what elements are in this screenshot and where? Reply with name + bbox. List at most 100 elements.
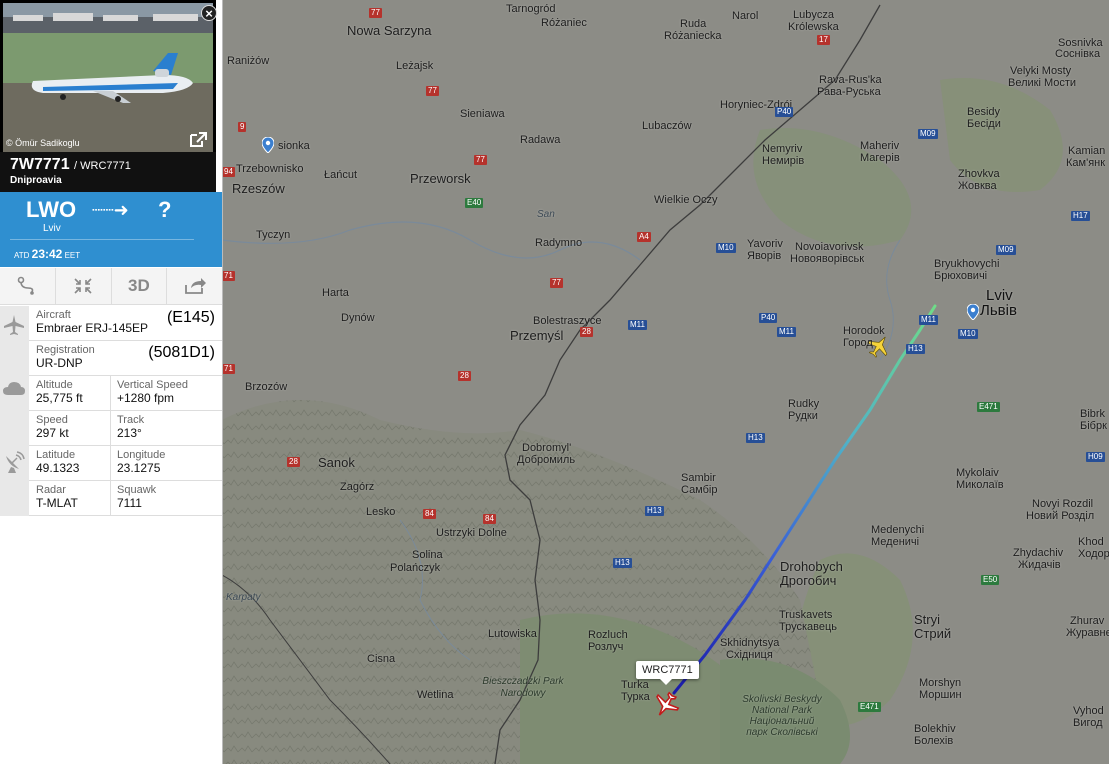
place-label: Truskavets: [779, 609, 833, 621]
road-shield: M11: [628, 320, 647, 330]
place-label: Дрогобич: [780, 573, 837, 588]
fit-view-button[interactable]: [56, 268, 112, 304]
details-icon-strip: [0, 306, 29, 516]
place-label: Leżajsk: [396, 60, 434, 72]
place-label: Karpaty: [226, 592, 261, 603]
place-label: Великі Мости: [1008, 77, 1077, 89]
speed-row: Speed 297 kt Track 213°: [29, 411, 222, 446]
place-label: Zhovkva: [958, 168, 1000, 180]
place-label: Sambir: [681, 472, 716, 484]
longitude-value: 23.1275: [117, 461, 161, 475]
aircraft-photo[interactable]: © Ömür Sadikoglu: [0, 0, 216, 152]
road-shield: A4: [637, 232, 651, 242]
place-label: Zagórz: [340, 481, 375, 493]
park-label: Skolivski Beskydy National Park Націонал…: [742, 694, 822, 738]
track-label: Track: [117, 414, 145, 426]
place-label: Zhurav: [1070, 615, 1105, 627]
aircraft-value: Embraer ERJ-145EP: [36, 321, 149, 335]
place-label: Vyhod: [1073, 705, 1104, 717]
registration-cell: Registration UR-DNP: [36, 344, 95, 370]
road-shield: 17: [817, 35, 830, 45]
place-label: Lubycza: [793, 9, 834, 21]
place-label: Turka: [621, 679, 649, 691]
share-button[interactable]: [167, 268, 222, 304]
place-label: Lesko: [366, 506, 396, 518]
place-label: Cisna: [367, 653, 396, 665]
place-label: Różaniecka: [664, 30, 722, 42]
place-label: Bolekhiv: [914, 723, 956, 735]
latitude-label: Latitude: [36, 449, 76, 461]
road-shield: P40: [759, 313, 778, 323]
place-label: Миколаїв: [956, 479, 1004, 491]
place-label: Ходор: [1078, 548, 1109, 560]
column-divider: [110, 376, 111, 410]
track-cell: Track 213°: [117, 414, 144, 440]
place-label: Polańczyk: [390, 562, 441, 574]
place-label: Harta: [322, 287, 349, 299]
vspeed-label: Vertical Speed: [117, 379, 188, 391]
place-label: sionka: [278, 140, 310, 152]
place-label: Город: [843, 337, 873, 349]
place-label: Східниця: [726, 649, 773, 661]
road-shield: 9: [238, 122, 247, 132]
speed-label: Speed: [36, 414, 68, 426]
place-label: Zhydachiv: [1013, 547, 1064, 559]
fit-icon: [74, 278, 92, 294]
place-label: Магерів: [860, 152, 900, 164]
road-shield: 77: [426, 86, 439, 96]
road-shield: E471: [858, 702, 881, 712]
place-label: Добромиль: [517, 454, 576, 466]
road-shield: M10: [716, 243, 736, 253]
aircraft-photo-image: [3, 3, 213, 152]
place-label: Drohobych: [780, 559, 843, 574]
place-label: Velyki Mosty: [1010, 65, 1072, 77]
road-shield: M09: [996, 245, 1016, 255]
place-label: Жидачів: [1018, 559, 1061, 571]
map-pin-icon[interactable]: [262, 137, 274, 153]
route-bar: LWO Lviv ┈┈➜ ? ATD 23:42 EET: [0, 192, 222, 267]
position-row: Latitude 49.1323 Longitude 23.1275: [29, 446, 222, 481]
place-label: Radawa: [520, 134, 561, 146]
place-label: Lviv: [986, 287, 1013, 304]
photo-credit[interactable]: © Ömür Sadikoglu: [6, 138, 80, 148]
place-label: Львів: [980, 302, 1017, 319]
close-icon[interactable]: ×: [201, 5, 217, 21]
flight-callsign: / WRC7771: [74, 160, 131, 172]
road-shield: M11: [777, 327, 796, 337]
road-shield: E50: [981, 575, 1000, 585]
place-label: Bolestraszyce: [533, 315, 602, 327]
place-label: Medenychi: [871, 524, 925, 536]
airplane-icon: [4, 315, 24, 335]
aircraft-cell: Aircraft Embraer ERJ-145EP: [36, 309, 148, 335]
place-label: Horodok: [843, 325, 885, 337]
route-button[interactable]: [0, 268, 56, 304]
place-label: Narol: [732, 10, 759, 22]
place-label: Różaniec: [541, 17, 587, 29]
3d-view-button[interactable]: 3D: [112, 268, 168, 304]
place-label: Жовква: [958, 180, 997, 192]
place-label: Przemyśl: [510, 328, 564, 343]
place-label: Sieniawa: [460, 108, 505, 120]
place-label: Przeworsk: [410, 171, 471, 186]
place-label: Nowa Sarzyna: [347, 23, 432, 38]
place-label: Яворів: [747, 250, 782, 262]
place-label: Журавне: [1066, 627, 1109, 639]
place-label: Новий Розділ: [1026, 510, 1095, 522]
road-shield: M11: [919, 315, 938, 325]
place-label: Raniżów: [227, 55, 270, 67]
place-label: Кам'янк: [1066, 157, 1106, 169]
atd-label: ATD: [14, 251, 30, 260]
place-label: Skhidnytsya: [720, 637, 780, 649]
flight-label-tag[interactable]: WRC7771: [636, 661, 699, 685]
place-label: Бесіди: [967, 118, 1001, 130]
origin-code[interactable]: LWO: [26, 197, 76, 223]
park-label: Bieszczadzki Park Narodowy: [482, 676, 564, 699]
road-shield: 71: [222, 364, 235, 374]
speed-value: 297 kt: [36, 426, 69, 440]
squawk-label: Squawk: [117, 484, 157, 496]
vspeed-cell: Vertical Speed +1280 fpm: [117, 379, 188, 405]
road-shield: 94: [222, 167, 235, 177]
airport-pin-icon[interactable]: [967, 304, 979, 320]
external-link-icon[interactable]: [189, 132, 207, 148]
place-label: Ruda: [680, 18, 707, 30]
